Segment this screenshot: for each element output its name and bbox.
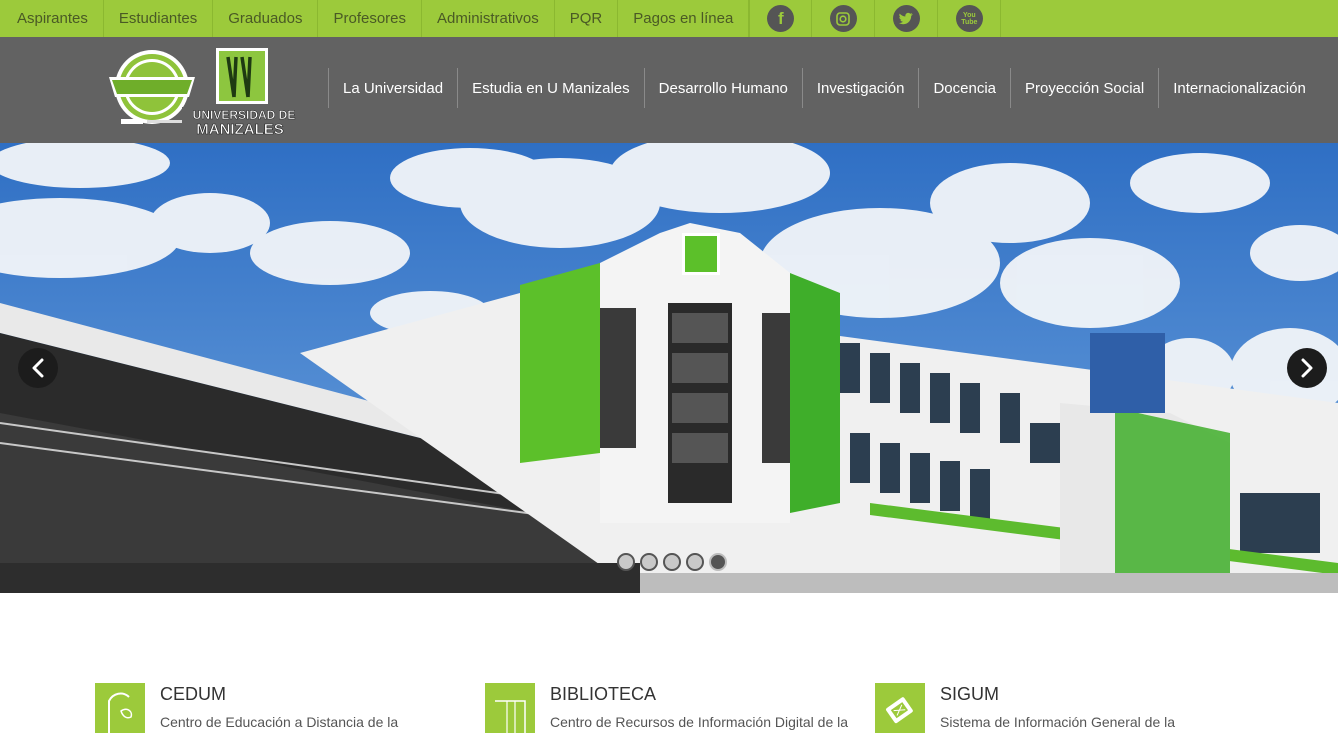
main-navigation: La Universidad Estudia en U Manizales De… bbox=[328, 68, 1320, 108]
top-utility-bar: Aspirantes Estudiantes Graduados Profeso… bbox=[0, 0, 1338, 37]
nav-estudia-en-u-manizales[interactable]: Estudia en U Manizales bbox=[457, 68, 644, 108]
twitter-link[interactable] bbox=[875, 0, 939, 37]
library-icon bbox=[485, 683, 535, 733]
youtube-link[interactable]: You Tube bbox=[938, 0, 1002, 37]
chevron-right-icon bbox=[1301, 358, 1313, 378]
nav-proyeccion-social[interactable]: Proyección Social bbox=[1010, 68, 1158, 108]
carousel-dot-1[interactable] bbox=[617, 553, 635, 571]
service-description: Centro de Educación a Distancia de la bbox=[160, 714, 399, 730]
nav-desarrollo-humano[interactable]: Desarrollo Humano bbox=[643, 68, 802, 108]
youtube-icon: You Tube bbox=[955, 5, 983, 32]
carousel-dot-4[interactable] bbox=[686, 553, 704, 571]
cedum-icon bbox=[95, 683, 145, 733]
campus-building-photo bbox=[0, 143, 1338, 593]
twitter-icon bbox=[892, 5, 920, 32]
service-description: Centro de Recursos de Información Digita… bbox=[550, 714, 849, 730]
instagram-link[interactable] bbox=[812, 0, 876, 37]
hero-carousel bbox=[0, 143, 1338, 593]
toplink-aspirantes[interactable]: Aspirantes bbox=[0, 0, 104, 37]
nav-docencia[interactable]: Docencia bbox=[918, 68, 1010, 108]
chevron-left-icon bbox=[32, 358, 44, 378]
service-title: BIBLIOTECA bbox=[550, 684, 657, 704]
carousel-dot-5[interactable] bbox=[709, 553, 727, 571]
carousel-next-button[interactable] bbox=[1287, 348, 1327, 388]
main-header: UNIVERSIDAD DE MANIZALES La Universidad … bbox=[0, 37, 1338, 143]
nav-investigacion[interactable]: Investigación bbox=[801, 68, 919, 108]
nav-internacionalizacion[interactable]: Internacionalización bbox=[1158, 68, 1320, 108]
facebook-icon: f bbox=[767, 5, 795, 32]
service-title: CEDUM bbox=[160, 684, 226, 704]
service-description: Sistema de Información General de la bbox=[940, 714, 1176, 730]
svg-text:MANIZALES: MANIZALES bbox=[196, 121, 284, 137]
carousel-dot-2[interactable] bbox=[640, 553, 658, 571]
toplink-pqr[interactable]: PQR bbox=[555, 0, 619, 37]
facebook-link[interactable]: f bbox=[749, 0, 813, 37]
carousel-dot-3[interactable] bbox=[663, 553, 681, 571]
sigum-icon bbox=[875, 683, 925, 733]
toplink-estudiantes[interactable]: Estudiantes bbox=[104, 0, 214, 37]
instagram-icon bbox=[829, 5, 857, 32]
nav-la-universidad[interactable]: La Universidad bbox=[328, 68, 457, 108]
carousel-indicators bbox=[617, 553, 727, 571]
university-logo[interactable]: UNIVERSIDAD DE MANIZALES bbox=[182, 45, 306, 138]
toplink-pagos-en-linea[interactable]: Pagos en línea bbox=[618, 0, 750, 37]
toplink-administrativos[interactable]: Administrativos bbox=[422, 0, 555, 37]
service-title: SIGUM bbox=[940, 684, 1000, 704]
toplink-graduados[interactable]: Graduados bbox=[213, 0, 319, 37]
toplink-profesores[interactable]: Profesores bbox=[318, 0, 423, 37]
carousel-prev-button[interactable] bbox=[18, 348, 58, 388]
svg-text:UNIVERSIDAD DE: UNIVERSIDAD DE bbox=[193, 108, 296, 122]
